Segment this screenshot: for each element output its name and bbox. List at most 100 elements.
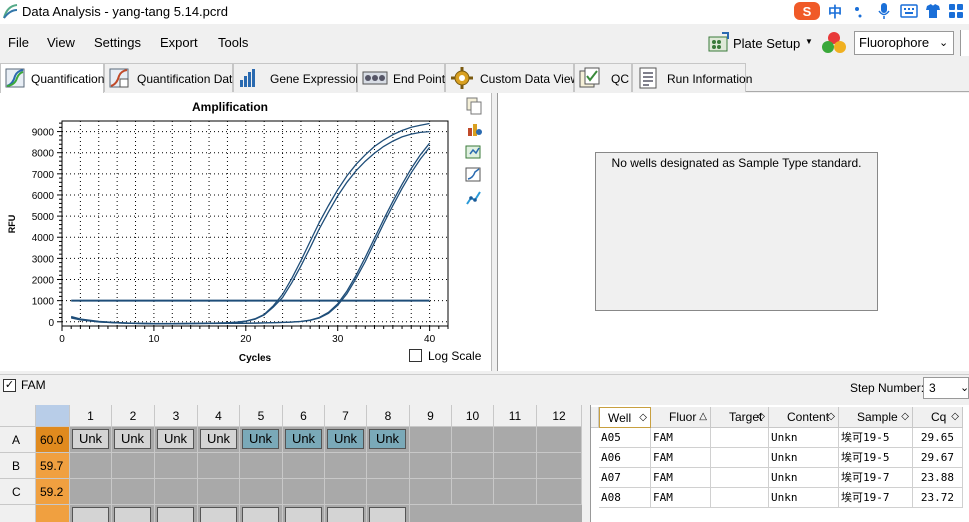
plate-well[interactable]: Unk [70,427,112,453]
well-content-button[interactable] [72,507,109,522]
well-content-button[interactable]: Unk [114,429,151,449]
well-content-button[interactable] [114,507,151,522]
cell-target[interactable] [711,488,769,508]
column-header-cq[interactable]: Cq ◇ [913,407,963,428]
plate-view[interactable]: 1 2 3 4 5 6 7 8 9 10 11 12 A 60.0 Unk Unk Unk Unk Unk Unk Un… [0,405,582,522]
cell-sample[interactable]: 埃可19-7 [839,468,913,488]
tab-run-information[interactable]: Run Information [632,63,752,92]
plate-well[interactable] [452,427,494,453]
plate-well[interactable] [240,505,283,522]
plate-well[interactable] [155,453,198,479]
plate-column-header[interactable]: 6 [283,405,325,427]
trace-style-icon[interactable] [465,189,483,207]
cell-sample[interactable]: 埃可19-5 [839,428,913,448]
well-content-button[interactable]: Unk [72,429,109,449]
plate-well[interactable]: Unk [240,427,283,453]
plate-column-header[interactable]: 9 [410,405,452,427]
plate-temp-header[interactable] [36,405,70,427]
plate-well[interactable]: Unk [198,427,240,453]
well-content-button[interactable] [157,507,194,522]
tab-custom-data-view[interactable]: Custom Data View [445,63,579,92]
tab-gene-expression[interactable]: Gene Expression [233,63,362,92]
plate-well[interactable] [70,453,112,479]
plate-well[interactable]: Unk [367,427,410,453]
sort-diamond-icon[interactable]: ◇ [757,407,765,427]
tab-quantification-data[interactable]: Quantification Data [104,63,239,92]
plate-well[interactable] [283,505,325,522]
cell-cq[interactable]: 29.67 [913,448,963,468]
menu-tools[interactable]: Tools [218,35,248,50]
plate-well[interactable]: Unk [325,427,367,453]
plate-well[interactable] [283,479,325,505]
plate-column-header[interactable]: 12 [537,405,582,427]
plate-well[interactable] [325,453,367,479]
cell-target[interactable] [711,468,769,488]
plate-well[interactable]: Unk [155,427,198,453]
plate-column-header[interactable]: 11 [494,405,537,427]
cell-well[interactable]: A08 [599,488,651,508]
column-header-well[interactable]: Well ◇ [599,407,651,428]
well-content-button[interactable]: Unk [200,429,237,449]
microphone-icon[interactable] [876,2,892,20]
plate-column-header[interactable]: 1 [70,405,112,427]
refresh-graph-icon[interactable] [465,143,483,161]
plate-row-header[interactable]: A [0,427,36,453]
ime-lang-toggle[interactable]: 中 [828,2,842,22]
plate-well[interactable] [155,479,198,505]
plate-column-header[interactable]: 7 [325,405,367,427]
zoom-graph-icon[interactable] [465,166,483,184]
column-header-target[interactable]: Target ◇ [711,407,769,428]
plate-well[interactable] [410,479,452,505]
well-content-button[interactable] [327,507,364,522]
cell-content[interactable]: Unkn [769,448,839,468]
cell-cq[interactable]: 23.72 [913,488,963,508]
toolbox-grid-icon[interactable] [948,3,964,19]
plate-column-header[interactable]: 10 [452,405,494,427]
cell-sample[interactable]: 埃可19-5 [839,448,913,468]
sort-diamond-icon[interactable]: ◇ [639,408,647,428]
column-header-fluor[interactable]: Fluor △ [651,407,711,428]
fluorophore-select[interactable]: Fluorophore ⌄ [854,31,954,55]
well-content-button[interactable]: Unk [242,429,279,449]
plate-well[interactable] [410,427,452,453]
cell-content[interactable]: Unkn [769,428,839,448]
keyboard-icon[interactable] [900,3,918,19]
menu-file[interactable]: File [8,35,29,50]
plate-row-header[interactable]: B [0,453,36,479]
plate-well[interactable] [494,479,537,505]
plate-well[interactable] [198,453,240,479]
plate-well[interactable]: Unk [283,427,325,453]
plate-corner[interactable] [0,405,36,427]
cell-well[interactable]: A05 [599,428,651,448]
amplification-chart-panel[interactable]: Amplification 0 10 20 30 40 0 1000 2000 3000 4000… [0,93,492,371]
plate-well[interactable] [452,479,494,505]
plate-well[interactable] [283,453,325,479]
well-content-button[interactable] [242,507,279,522]
sort-diamond-icon[interactable]: ◇ [827,407,835,427]
cell-cq[interactable]: 23.88 [913,468,963,488]
plate-column-header[interactable]: 5 [240,405,283,427]
step-number-select[interactable]: 3 ⌄ [923,377,969,399]
checkbox-box[interactable] [409,349,422,362]
plate-row-header[interactable] [0,505,36,522]
sort-diamond-icon[interactable]: ◇ [901,407,909,427]
well-content-button[interactable]: Unk [157,429,194,449]
plate-column-header[interactable]: 4 [198,405,240,427]
cell-content[interactable]: Unkn [769,468,839,488]
menu-export[interactable]: Export [160,35,198,50]
cell-well[interactable]: A07 [599,468,651,488]
sort-diamond-icon[interactable]: ◇ [951,407,959,427]
chart-settings-icon[interactable] [465,120,483,138]
well-content-button[interactable] [285,507,322,522]
ime-toolbar[interactable]: S 中 [792,0,969,22]
fam-checkbox[interactable]: ✓ [3,379,16,392]
plate-well[interactable] [112,505,155,522]
cell-target[interactable] [711,428,769,448]
plate-well[interactable] [240,479,283,505]
cell-fluor[interactable]: FAM [651,468,711,488]
plate-well[interactable] [494,453,537,479]
plate-well[interactable] [452,453,494,479]
plate-well[interactable] [155,505,198,522]
well-group-icon[interactable] [820,30,848,56]
plate-well[interactable]: Unk [112,427,155,453]
